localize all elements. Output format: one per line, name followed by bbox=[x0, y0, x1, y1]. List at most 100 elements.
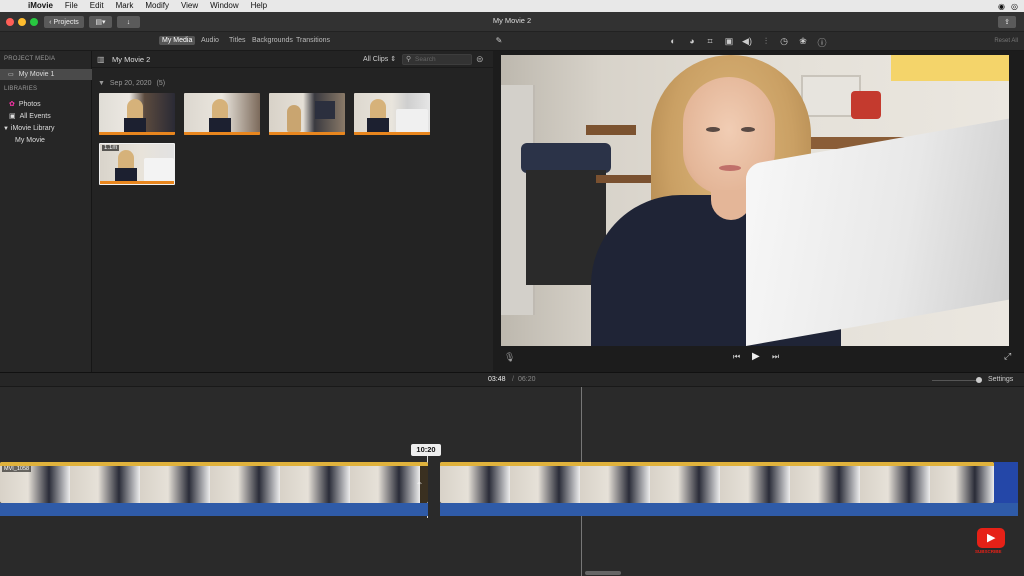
video-preview[interactable] bbox=[501, 55, 1009, 346]
clip-name-label: MVI_1058 bbox=[2, 466, 32, 472]
used-clip-indicator bbox=[100, 181, 174, 184]
play-button-icon[interactable]: ▶ bbox=[752, 351, 760, 362]
share-icon: ⇪ bbox=[1004, 19, 1010, 26]
sidebar-toggle-icon[interactable]: ▥ bbox=[97, 55, 105, 64]
disclosure-triangle-icon: ▼ bbox=[3, 126, 9, 132]
menu-edit[interactable]: Edit bbox=[84, 0, 110, 12]
left-shelf bbox=[586, 125, 636, 135]
info-icon[interactable]: ⓘ bbox=[816, 36, 828, 49]
clip-frame bbox=[70, 462, 140, 503]
title-bar: ‹ Projects ▤▾ ↓ My Movie 2 ⇪ bbox=[0, 12, 1024, 32]
share-button[interactable]: ⇪ bbox=[998, 16, 1016, 28]
browser-title: My Movie 2 bbox=[112, 55, 151, 64]
desk-edge bbox=[596, 175, 656, 183]
menu-help[interactable]: Help bbox=[245, 0, 273, 12]
tab-backgrounds[interactable]: Backgrounds bbox=[249, 36, 296, 45]
creative-cloud-icon[interactable]: ◉ bbox=[998, 2, 1005, 11]
skip-forward-icon[interactable]: ⏭ bbox=[772, 352, 779, 362]
menu-window[interactable]: Window bbox=[204, 0, 244, 12]
project-icon: ▭ bbox=[8, 72, 14, 78]
timeline-zoom-slider[interactable] bbox=[932, 377, 982, 383]
clip-subject-body bbox=[209, 118, 231, 132]
skip-back-icon[interactable]: ⏮ bbox=[733, 352, 740, 362]
menu-app-name[interactable]: iMovie bbox=[22, 0, 59, 12]
sidebar-item-project[interactable]: ▭ My Movie 1 bbox=[0, 69, 92, 80]
stabilization-icon[interactable]: ▣ bbox=[723, 36, 735, 47]
time-separator: / bbox=[512, 376, 514, 383]
media-clip-thumbnail[interactable] bbox=[99, 93, 175, 135]
color-correction-icon[interactable]: ◕ bbox=[686, 36, 698, 46]
media-clip-thumbnail[interactable] bbox=[184, 93, 260, 135]
audio-waveform[interactable] bbox=[440, 503, 1018, 516]
noise-reduction-icon[interactable]: ⫶ bbox=[760, 36, 772, 47]
disclosure-triangle-icon: ▼ bbox=[98, 80, 105, 87]
window-title: My Movie 2 bbox=[492, 16, 532, 25]
sidebar-item-all-events[interactable]: ▣ All Events bbox=[0, 111, 92, 122]
sidebar-item-label: Photos bbox=[18, 101, 41, 108]
clip-frame bbox=[140, 462, 210, 503]
audio-waveform[interactable] bbox=[0, 503, 428, 516]
clip-subject-body bbox=[115, 168, 137, 182]
search-placeholder: Search bbox=[415, 56, 436, 63]
tab-my-media[interactable]: My Media bbox=[159, 36, 196, 45]
tab-titles[interactable]: Titles bbox=[226, 36, 248, 45]
trim-handle-icon[interactable]: ⇔ bbox=[416, 480, 423, 487]
timeline-clip[interactable]: MVI_1058 ⇔ bbox=[0, 462, 428, 503]
clip-frame bbox=[930, 462, 994, 503]
tab-transitions[interactable]: Transitions bbox=[293, 36, 333, 45]
timeline-clip[interactable] bbox=[440, 462, 994, 503]
libraries-sidebar: PROJECT MEDIA ▭ My Movie 1 LIBRARIES ✿ P… bbox=[0, 51, 92, 372]
clip-duration-badge: 1.1m bbox=[102, 145, 120, 151]
skimmer-time-tooltip: 10:20 bbox=[411, 444, 441, 456]
menu-view[interactable]: View bbox=[175, 0, 204, 12]
zoom-slider-handle[interactable] bbox=[976, 377, 982, 383]
menu-file[interactable]: File bbox=[59, 0, 84, 12]
clip-imac bbox=[396, 109, 428, 133]
clip-frame bbox=[860, 462, 930, 503]
voiceover-microphone-icon[interactable]: 🎙 bbox=[504, 352, 515, 363]
used-clip-indicator bbox=[354, 132, 430, 135]
magic-wand-icon[interactable]: ✎ bbox=[493, 36, 505, 45]
sidebar-item-library[interactable]: ▼ iMovie Library bbox=[0, 123, 92, 134]
date-group-header[interactable]: ▼ Sep 20, 2020 (5) bbox=[98, 80, 165, 87]
volume-icon[interactable]: ◀) bbox=[741, 36, 753, 47]
search-input[interactable]: ⚲ Search bbox=[402, 54, 472, 65]
status-menu-icon[interactable]: ◎ bbox=[1011, 2, 1018, 11]
clip-top-stripe bbox=[440, 462, 994, 466]
media-clip-thumbnail-selected[interactable]: 1.1m bbox=[99, 143, 175, 185]
timeline-settings-button[interactable]: Settings bbox=[988, 376, 1013, 383]
person-lips bbox=[719, 165, 741, 171]
clip-frame bbox=[580, 462, 650, 503]
current-time: 03:48 bbox=[488, 376, 506, 383]
clip-filter-icon[interactable]: ❀ bbox=[797, 36, 809, 47]
media-clip-thumbnail[interactable] bbox=[269, 93, 345, 135]
sidebar-item-event[interactable]: My Movie bbox=[0, 135, 92, 146]
fullscreen-icon[interactable]: ⤢ bbox=[1004, 351, 1011, 362]
reset-all-button[interactable]: Reset All bbox=[994, 38, 1018, 44]
events-icon: ▣ bbox=[9, 113, 16, 120]
clip-frame bbox=[650, 462, 720, 503]
crop-icon[interactable]: ⌗ bbox=[704, 36, 716, 47]
blanket bbox=[521, 143, 611, 173]
clip-frame bbox=[510, 462, 580, 503]
speed-icon[interactable]: ◷ bbox=[778, 36, 790, 47]
menu-modify[interactable]: Modify bbox=[139, 0, 175, 12]
libraries-heading: LIBRARIES bbox=[4, 86, 38, 92]
tab-audio[interactable]: Audio bbox=[198, 36, 222, 45]
color-balance-icon[interactable]: ◐ bbox=[667, 36, 679, 46]
sidebar-item-photos[interactable]: ✿ Photos bbox=[0, 99, 92, 110]
chevron-updown-icon: ⇕ bbox=[390, 56, 397, 63]
sidebar-item-label: My Movie 1 bbox=[18, 71, 55, 78]
timeline-header: 03:48 / 06:20 Settings bbox=[0, 372, 1024, 387]
browser-settings-icon[interactable]: ⊜ bbox=[476, 54, 484, 65]
sidebar-item-label: My Movie bbox=[15, 137, 45, 144]
sticky-notes bbox=[891, 55, 1009, 81]
clip-filter-dropdown[interactable]: All Clips ⇕ bbox=[363, 55, 396, 63]
menu-mark[interactable]: Mark bbox=[110, 0, 140, 12]
media-clip-thumbnail[interactable] bbox=[354, 93, 430, 135]
timeline: 10:20 MVI_1058 ⇔ ▶ SUBSCRIBE bbox=[0, 387, 1024, 576]
clip-subject-body bbox=[367, 118, 389, 132]
play-triangle-icon: ▶ bbox=[987, 532, 996, 544]
youtube-logo-icon: ▶ bbox=[977, 528, 1005, 548]
timeline-scrollbar[interactable] bbox=[585, 571, 621, 575]
